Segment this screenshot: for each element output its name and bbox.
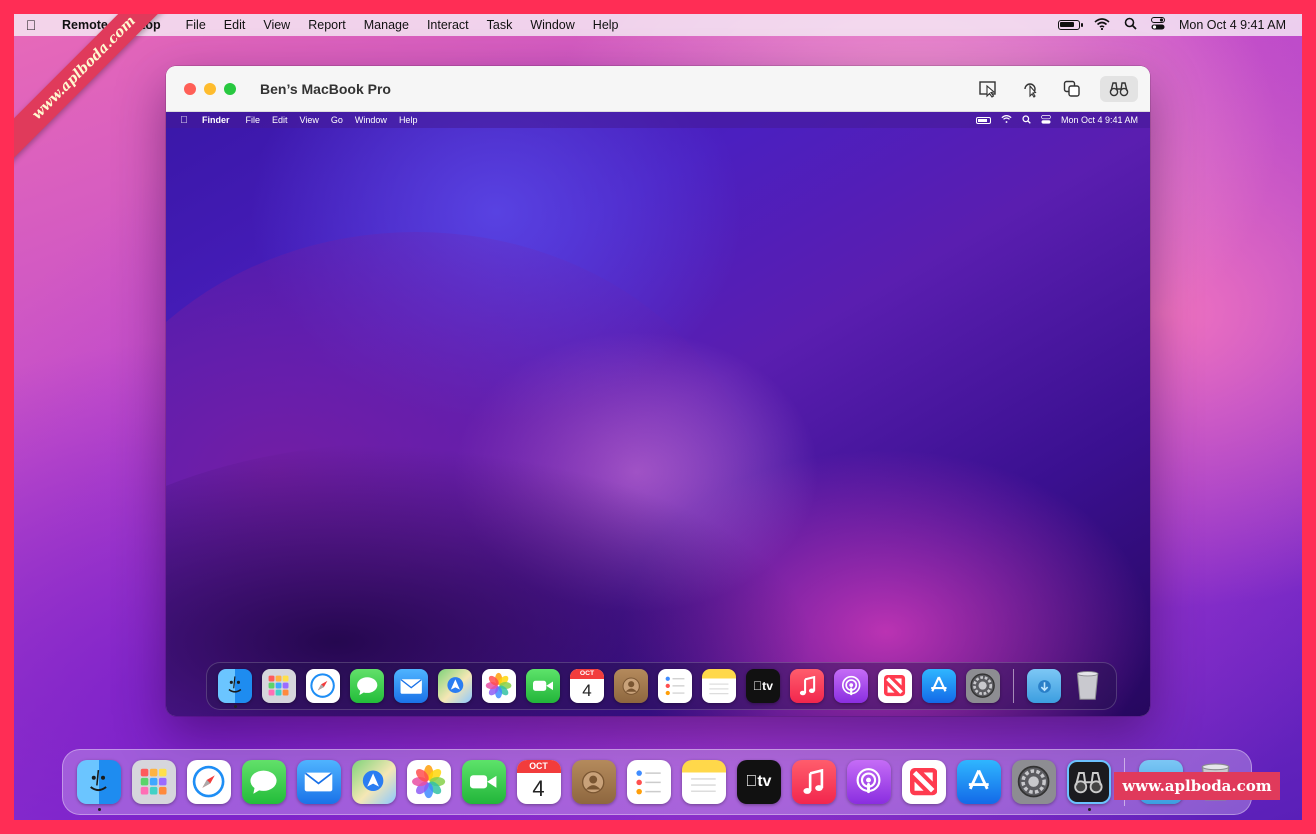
menu-file[interactable]: File	[186, 18, 206, 32]
remote-menu-file[interactable]: File	[246, 115, 261, 125]
remote-dock-trash-icon[interactable]	[1071, 669, 1105, 703]
close-button[interactable]	[184, 82, 196, 95]
dock-maps-icon[interactable]	[351, 760, 396, 804]
apple-menu-icon[interactable]: 	[14, 17, 48, 33]
control-center-icon[interactable]	[1151, 17, 1165, 33]
remote-control-window: Ben’s MacBook Pro  Fi	[166, 66, 1150, 716]
remote-menu-window[interactable]: Window	[355, 115, 387, 125]
remote-menu-bar:  Finder File Edit View Go Window Help	[166, 112, 1150, 128]
menu-bar:  Remote Desktop File Edit View Report M…	[14, 14, 1302, 36]
battery-icon[interactable]	[1058, 20, 1083, 30]
observe-icon[interactable]	[974, 76, 1002, 102]
remote-dock-maps-icon[interactable]	[438, 669, 472, 703]
dock-remote-desktop-icon[interactable]	[1066, 760, 1111, 804]
dock: OCT4 tv	[62, 749, 1252, 815]
dock-news-icon[interactable]	[901, 760, 946, 804]
binoculars-icon[interactable]	[1100, 75, 1138, 102]
dock-running-indicator	[1087, 808, 1091, 811]
dock-launchpad-icon[interactable]	[131, 760, 176, 804]
dock-music-icon[interactable]	[791, 760, 836, 804]
remote-dock-running-indicator	[233, 705, 237, 708]
desktop:  Remote Desktop File Edit View Report M…	[14, 14, 1302, 820]
dock-safari-icon[interactable]	[186, 760, 231, 804]
minimize-button[interactable]	[204, 82, 216, 95]
remote-apple-menu-icon[interactable]: 	[166, 115, 202, 126]
curtain-icon[interactable]	[1016, 76, 1044, 102]
dock-tv-icon[interactable]: tv	[736, 760, 781, 804]
remote-dock-podcasts-icon[interactable]	[834, 669, 868, 703]
remote-dock-facetime-icon[interactable]	[526, 669, 560, 703]
remote-search-icon[interactable]	[1022, 114, 1031, 126]
remote-dock: OCT4 tv	[206, 662, 1117, 710]
window-titlebar[interactable]: Ben’s MacBook Pro	[166, 66, 1150, 112]
remote-menu-help[interactable]: Help	[399, 115, 418, 125]
watermark-ribbon: www.aplboda.com	[14, 14, 186, 170]
remote-dock-messages-icon[interactable]	[350, 669, 384, 703]
zoom-button[interactable]	[224, 82, 236, 95]
remote-menu-view[interactable]: View	[300, 115, 319, 125]
dock-running-indicator	[97, 808, 101, 811]
menu-help[interactable]: Help	[593, 18, 619, 32]
dock-calendar-icon[interactable]: OCT 4	[516, 760, 561, 804]
dock-podcasts-icon[interactable]	[846, 760, 891, 804]
remote-dock-news-icon[interactable]	[878, 669, 912, 703]
remote-control-center-icon[interactable]	[1041, 114, 1051, 126]
menu-edit[interactable]: Edit	[224, 18, 246, 32]
remote-menu-app-name[interactable]: Finder	[202, 115, 230, 125]
remote-dock-photos-icon[interactable]	[482, 669, 516, 703]
menu-interact[interactable]: Interact	[427, 18, 469, 32]
remote-dock-downloads-folder-icon[interactable]	[1027, 669, 1061, 703]
wifi-icon[interactable]	[1094, 17, 1110, 33]
menu-manage[interactable]: Manage	[364, 18, 409, 32]
dock-system-preferences-icon[interactable]	[1011, 760, 1056, 804]
menu-window[interactable]: Window	[530, 18, 574, 32]
dock-notes-icon[interactable]	[681, 760, 726, 804]
remote-dock-app-store-icon[interactable]	[922, 669, 956, 703]
remote-wifi-icon[interactable]	[1001, 115, 1012, 125]
remote-dock-mail-icon[interactable]	[394, 669, 428, 703]
dock-facetime-icon[interactable]	[461, 760, 506, 804]
remote-dock-notes-icon[interactable]	[702, 669, 736, 703]
remote-dock-reminders-icon[interactable]	[658, 669, 692, 703]
dock-app-store-icon[interactable]	[956, 760, 1001, 804]
remote-dock-launchpad-icon[interactable]	[262, 669, 296, 703]
remote-dock-calendar-icon[interactable]: OCT 4	[570, 669, 604, 703]
dock-mail-icon[interactable]	[296, 760, 341, 804]
remote-dock-separator	[1013, 669, 1014, 703]
remote-menu-go[interactable]: Go	[331, 115, 343, 125]
dock-reminders-icon[interactable]	[626, 760, 671, 804]
dock-contacts-icon[interactable]	[571, 760, 616, 804]
remote-battery-icon[interactable]	[975, 116, 991, 124]
remote-dock-music-icon[interactable]	[790, 669, 824, 703]
menu-task[interactable]: Task	[487, 18, 513, 32]
dock-photos-icon[interactable]	[406, 760, 451, 804]
remote-screen[interactable]:  Finder File Edit View Go Window Help	[166, 112, 1150, 716]
remote-clock[interactable]: Mon Oct 4 9:41 AM	[1061, 115, 1138, 125]
watermark-label: www.aplboda.com	[1114, 772, 1280, 800]
remote-menu-edit[interactable]: Edit	[272, 115, 288, 125]
dock-finder-icon[interactable]	[76, 760, 121, 804]
remote-dock-system-preferences-icon[interactable]	[966, 669, 1000, 703]
menu-view[interactable]: View	[263, 18, 290, 32]
remote-dock-tv-icon[interactable]: tv	[746, 669, 780, 703]
remote-dock-safari-icon[interactable]	[306, 669, 340, 703]
remote-dock-finder-icon[interactable]	[218, 669, 252, 703]
copy-icon[interactable]	[1058, 76, 1086, 102]
dock-messages-icon[interactable]	[241, 760, 286, 804]
window-title: Ben’s MacBook Pro	[260, 80, 391, 97]
clock[interactable]: Mon Oct 4 9:41 AM	[1179, 18, 1286, 32]
remote-dock-contacts-icon[interactable]	[614, 669, 648, 703]
menu-report[interactable]: Report	[308, 18, 346, 32]
spotlight-search-icon[interactable]	[1124, 17, 1137, 33]
